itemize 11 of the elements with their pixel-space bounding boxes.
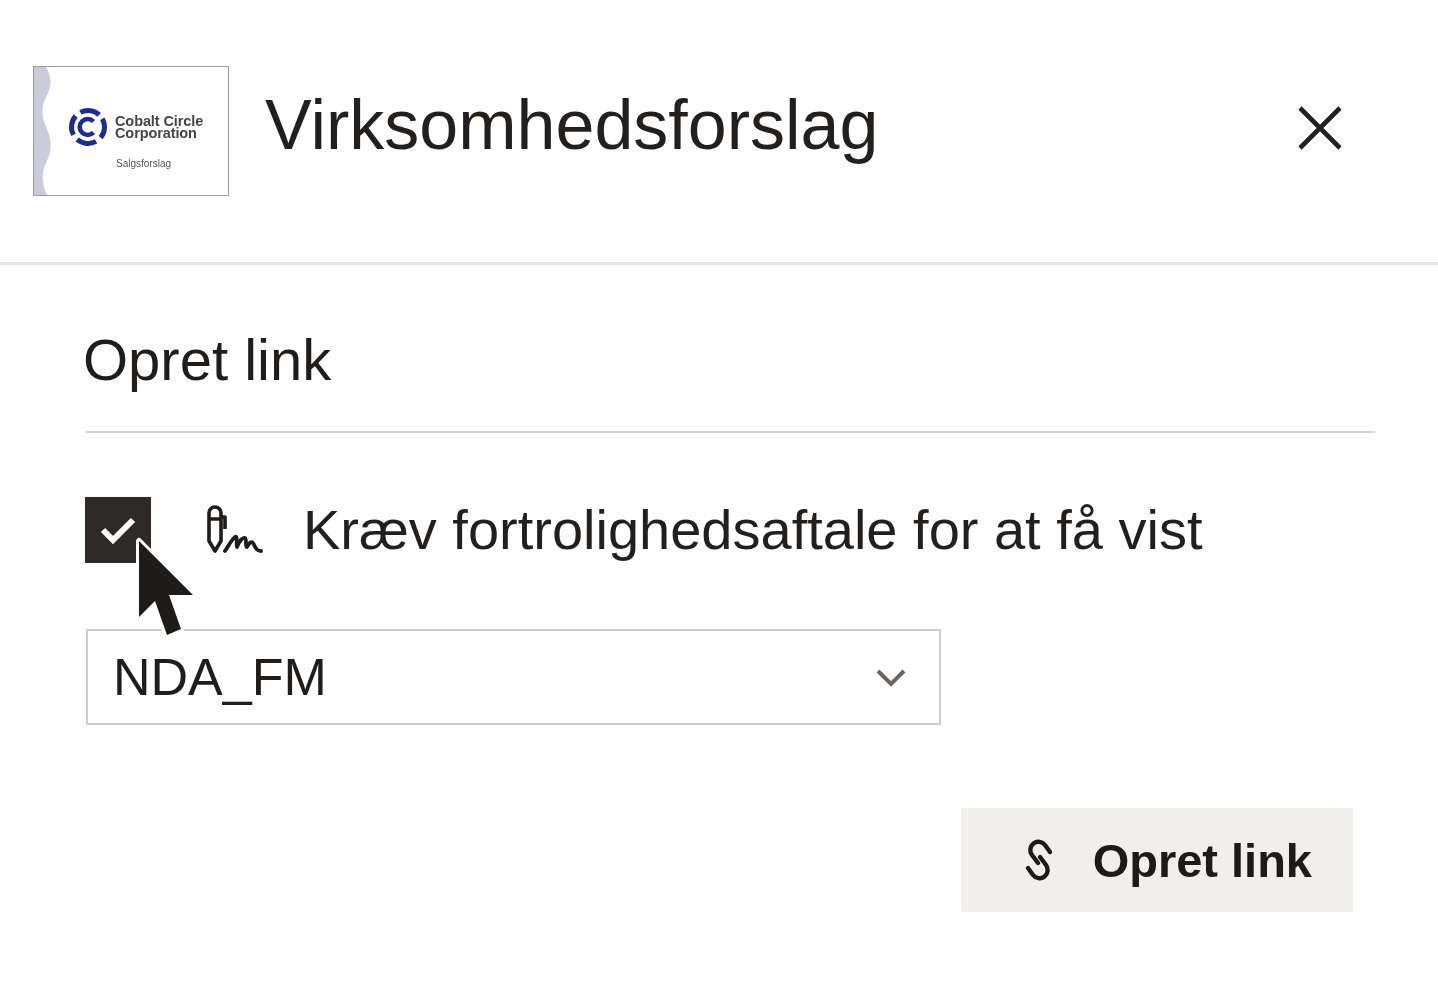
create-link-button[interactable]: Opret link [960, 808, 1353, 912]
checkbox[interactable] [85, 497, 151, 563]
company-name: Cobalt Circle Corporation [115, 114, 205, 140]
ring-logo-icon [68, 107, 108, 147]
pen-signature-icon [205, 505, 263, 555]
dropdown-value: NDA_FM [113, 651, 328, 703]
document-caption: Salgsforslag [116, 158, 173, 169]
checkmark-icon [100, 516, 136, 544]
close-icon[interactable] [1297, 105, 1343, 151]
chevron-down-icon [876, 669, 906, 687]
dropdown-field[interactable]: NDA_FM [86, 629, 941, 725]
